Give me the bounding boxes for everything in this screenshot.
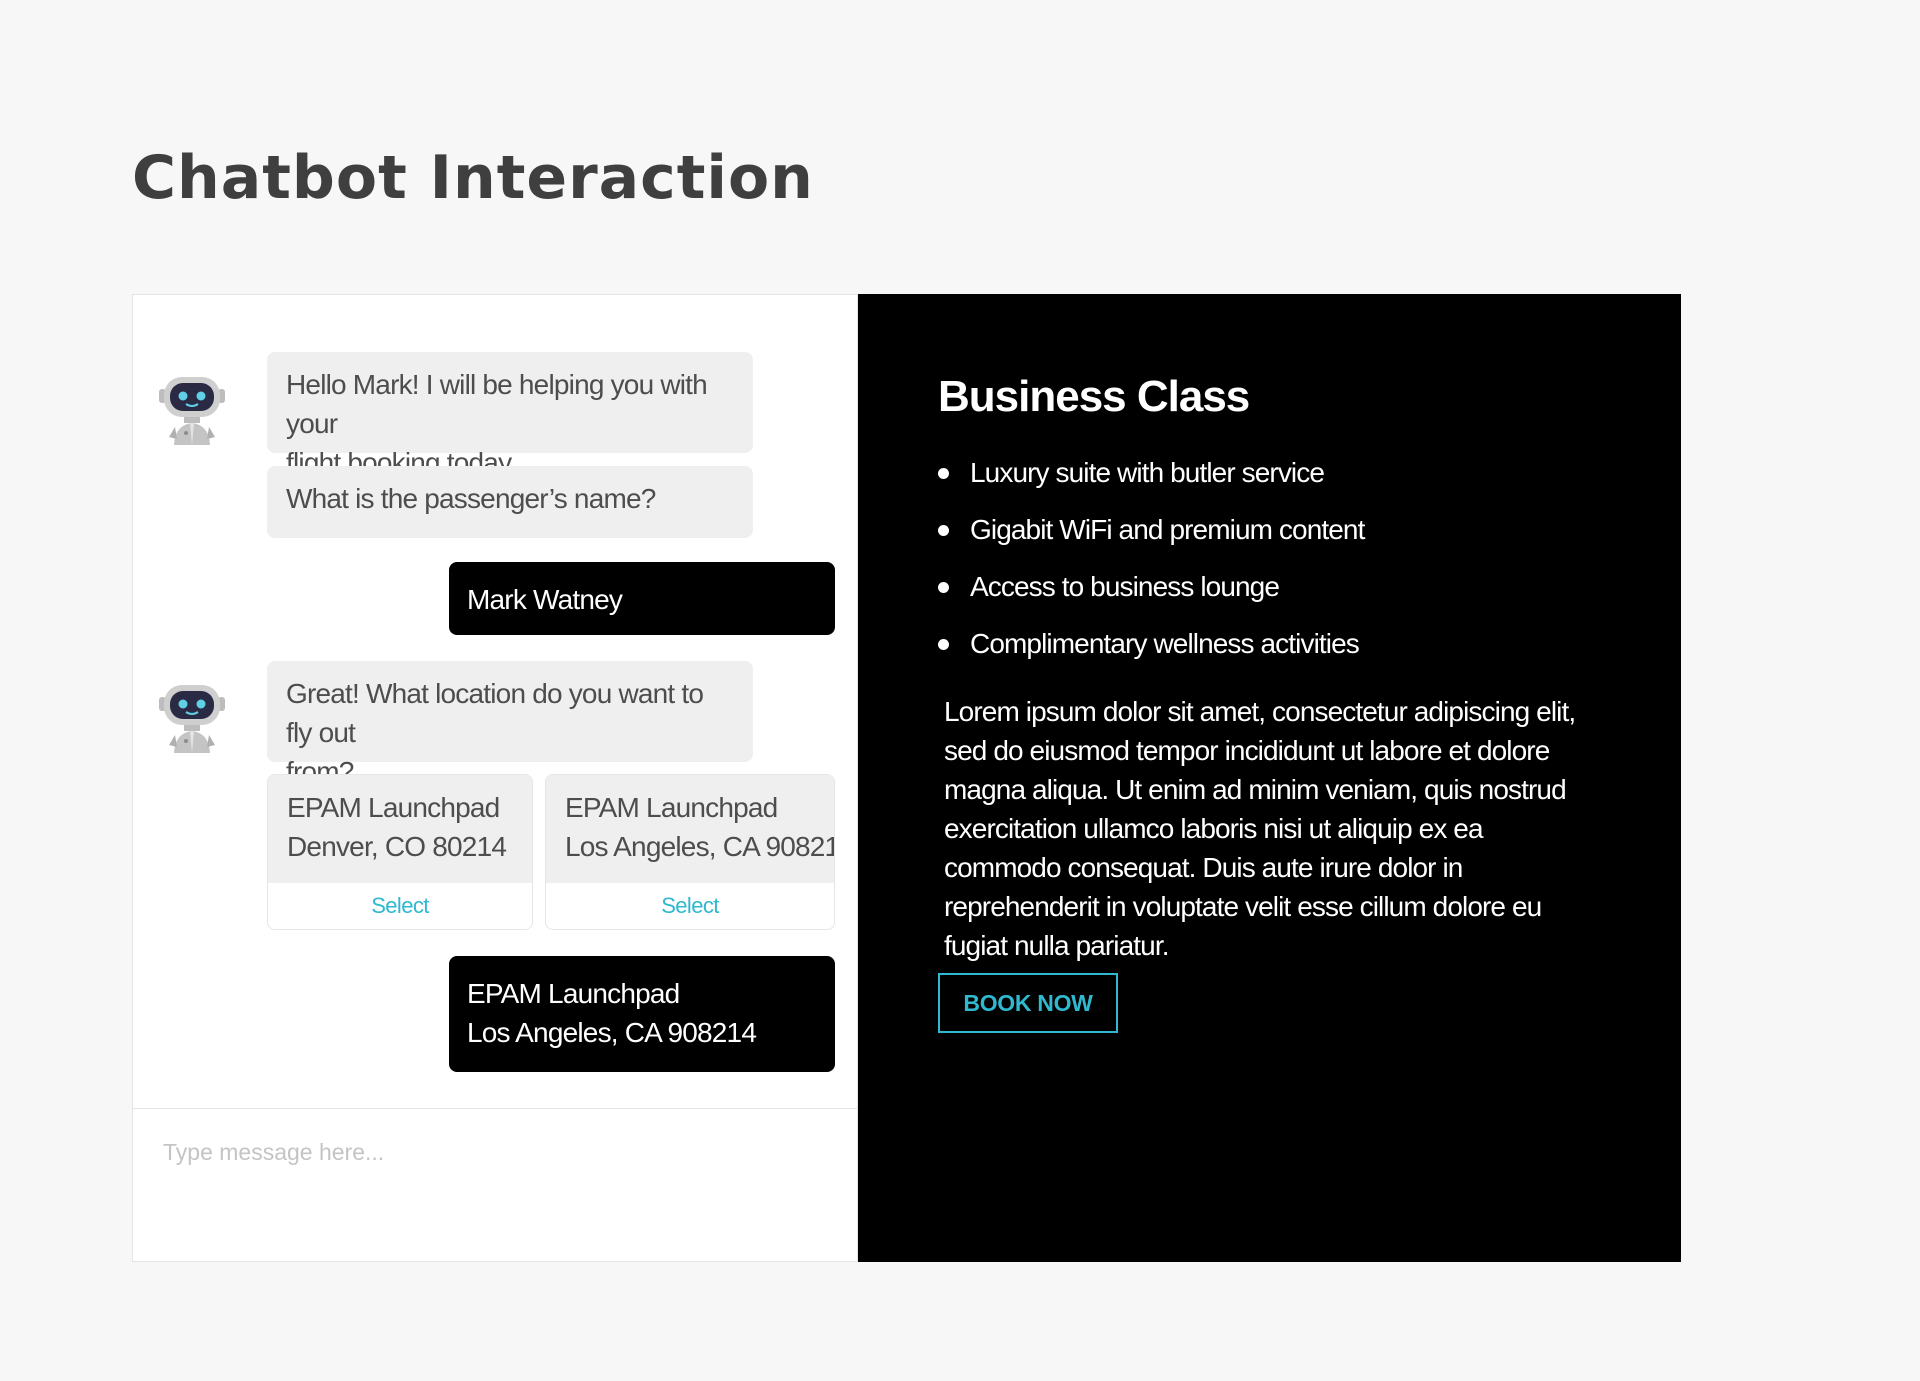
bot-message-text: Great! What location do you want to fly … [286, 678, 704, 748]
location-option-details: EPAM Launchpad Denver, CO 80214 [268, 775, 532, 883]
user-message-text: EPAM Launchpad [467, 978, 680, 1009]
bot-message-passenger-name: What is the passenger’s name? [267, 466, 753, 538]
location-option-name: EPAM Launchpad [565, 792, 778, 823]
chatbot-stage: Hello Mark! I will be helping you with y… [132, 294, 1681, 1262]
chat-panel: Hello Mark! I will be helping you with y… [132, 294, 858, 1262]
user-message-text: Mark Watney [467, 584, 623, 615]
promo-description: Lorem ipsum dolor sit amet, consectetur … [944, 696, 1576, 961]
robot-icon [153, 365, 231, 445]
feature-item: Luxury suite with butler service [938, 444, 1364, 501]
feature-list: Luxury suite with butler service Gigabit… [938, 444, 1365, 672]
feature-item: Gigabit WiFi and premium content [938, 501, 1365, 558]
location-option-name: EPAM Launchpad [287, 792, 500, 823]
book-now-button[interactable]: BOOK NOW [938, 973, 1118, 1033]
location-option-card: EPAM Launchpad Los Angeles, CA 908214 Se… [545, 774, 835, 930]
chat-log[interactable]: Hello Mark! I will be helping you with y… [133, 295, 857, 1108]
select-location-button[interactable]: Select [268, 883, 532, 929]
business-class-panel: Business Class Luxury suite with butler … [858, 294, 1681, 1262]
bot-message-greeting: Hello Mark! I will be helping you with y… [267, 352, 753, 478]
location-option-details: EPAM Launchpad Los Angeles, CA 908214 [546, 775, 834, 883]
user-message-location: EPAM Launchpad Los Angeles, CA 908214 [449, 956, 835, 1072]
location-option-address: Denver, CO 80214 [287, 831, 507, 862]
location-option-address: Los Angeles, CA 908214 [565, 831, 835, 862]
select-location-button[interactable]: Select [546, 883, 834, 929]
robot-icon [153, 673, 231, 753]
bot-message-text: Hello Mark! I will be helping you with y… [286, 369, 708, 439]
location-option-card: EPAM Launchpad Denver, CO 80214 Select [267, 774, 533, 930]
promo-title: Business Class [938, 372, 1250, 421]
user-message-name: Mark Watney [449, 562, 835, 635]
page-title: Chatbot Interaction [132, 143, 814, 213]
message-input[interactable] [133, 1109, 857, 1261]
bot-message-text: What is the passenger’s name? [286, 483, 656, 514]
message-composer [133, 1108, 857, 1261]
bot-message-location: Great! What location do you want to fly … [267, 661, 753, 787]
user-message-text: Los Angeles, CA 908214 [467, 1017, 757, 1048]
feature-item: Complimentary wellness activities [938, 615, 1364, 672]
feature-item: Access to business lounge [938, 558, 1364, 615]
